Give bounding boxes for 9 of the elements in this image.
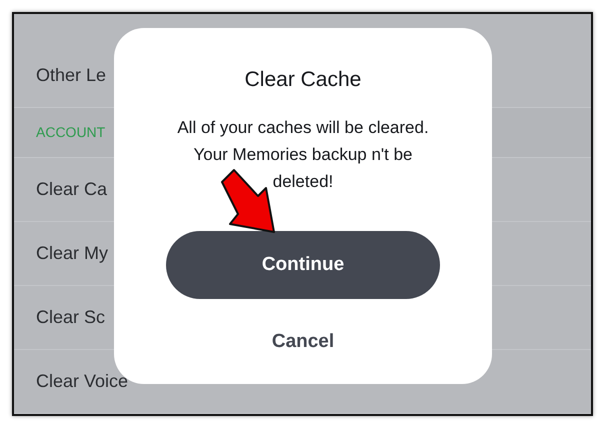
cancel-button[interactable]: Cancel	[264, 327, 342, 357]
settings-item[interactable]: Clear My	[36, 242, 108, 264]
settings-item[interactable]: Clear Ca	[36, 178, 108, 200]
continue-button[interactable]: Continue	[166, 231, 440, 299]
dialog-title: Clear Cache	[244, 68, 362, 92]
settings-item[interactable]: Clear Sc	[36, 306, 106, 328]
dialog-message: All of your caches will be cleared. Your Memories backup n't be deleted!	[176, 117, 430, 193]
settings-item[interactable]: Other Le	[36, 65, 106, 86]
section-header: ACCOUNT	[36, 124, 106, 140]
